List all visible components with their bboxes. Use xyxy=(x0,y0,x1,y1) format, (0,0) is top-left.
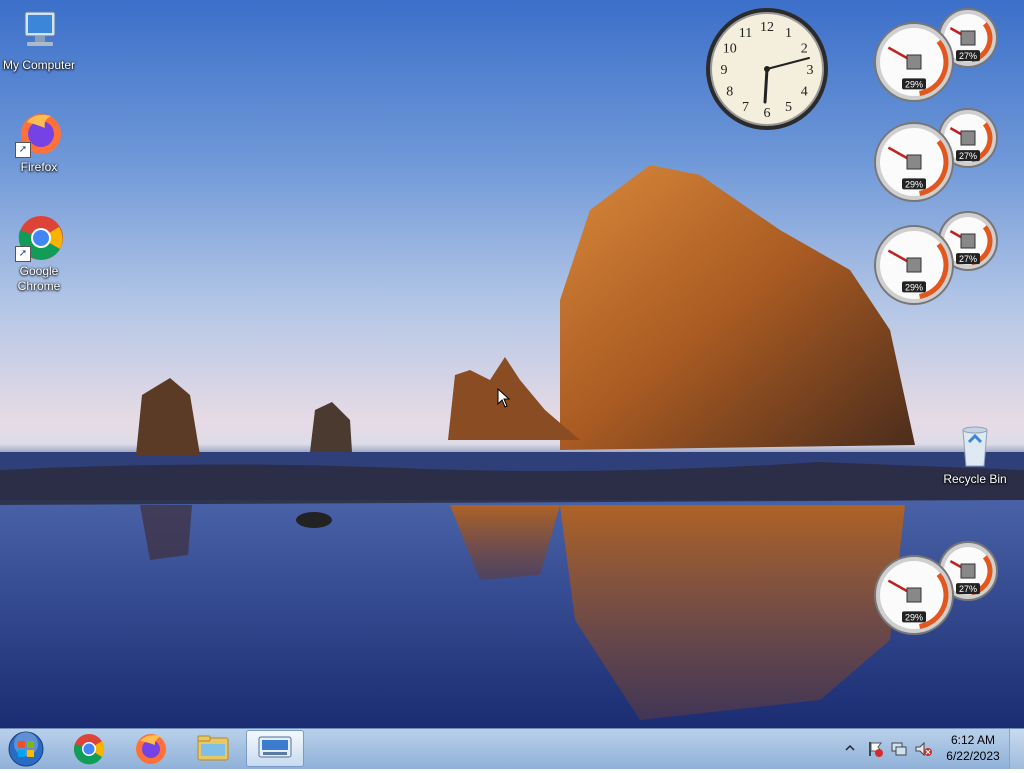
memory-meter-icon xyxy=(960,233,976,249)
firefox-icon xyxy=(136,734,166,764)
cpu-meter-percent: 29% xyxy=(905,79,923,89)
haystack-rock xyxy=(560,165,915,450)
clock-numeral: 2 xyxy=(801,42,808,57)
clock-time: 6:12 AM xyxy=(950,733,996,747)
volume-muted-icon[interactable] xyxy=(914,741,932,757)
desktop-icon-label: Firefox xyxy=(20,160,58,174)
chrome-icon xyxy=(74,734,105,765)
cpu-meter-gadget[interactable]: 27% 29% xyxy=(872,211,1000,307)
meter-dials: 27% 29% xyxy=(874,211,998,305)
clock-numeral: 6 xyxy=(764,106,771,121)
memory-meter-icon xyxy=(960,563,976,579)
hour-hand xyxy=(763,67,769,104)
clock-numeral: 4 xyxy=(801,85,808,100)
desktop-icon-label: Recycle Bin xyxy=(943,472,1007,486)
clock-numeral: 8 xyxy=(726,85,733,100)
folder-icon xyxy=(197,735,229,761)
cpu-meter-gadget[interactable]: 27% 29% xyxy=(872,541,1000,637)
taskbar-clock[interactable]: 6:12 AM 6/22/2023 xyxy=(936,732,1010,764)
memory-meter-percent: 27% xyxy=(959,151,977,161)
mouse-cursor-icon xyxy=(497,388,511,408)
windows-orb-icon xyxy=(8,731,44,767)
keyboard-icon xyxy=(258,736,292,758)
clock-numeral: 1 xyxy=(785,26,792,41)
meter-dials: 27% 29% xyxy=(874,108,998,202)
shortcut-arrow-icon: ➚ xyxy=(15,142,31,158)
start-button[interactable] xyxy=(4,730,48,768)
desktop: My Computer ➚ Firefox ➚ Google Chrome Re… xyxy=(0,0,1024,728)
desktop-icon-label: Google Chrome xyxy=(17,264,61,293)
clock-date: 6/22/2023 xyxy=(946,749,1000,763)
shortcut-arrow-icon: ➚ xyxy=(15,246,31,262)
memory-meter-percent: 27% xyxy=(959,254,977,264)
cpu-meter-gadget[interactable]: 27% 29% xyxy=(872,8,1000,104)
cpu-meter-icon xyxy=(906,54,922,70)
memory-meter-icon xyxy=(960,30,976,46)
show-desktop-button[interactable] xyxy=(1009,729,1024,769)
cpu-meter-percent: 29% xyxy=(905,612,923,622)
taskbar: 6:12 AM 6/22/2023 xyxy=(0,728,1024,769)
recycle-bin-icon xyxy=(962,426,988,467)
recycle-bin-desktop-icon[interactable]: Recycle Bin xyxy=(936,422,1014,487)
memory-meter-icon xyxy=(960,130,976,146)
firefox-desktop-icon[interactable]: ➚ Firefox xyxy=(0,110,78,175)
taskbar-firefox-button[interactable] xyxy=(123,730,179,767)
taskbar-explorer-button[interactable] xyxy=(185,730,241,767)
computer-icon xyxy=(24,11,56,46)
clock-numeral: 12 xyxy=(760,20,774,35)
analog-clock-face: 12 12 3 45678 9 1011 xyxy=(706,8,828,130)
desktop-icon-label: My Computer xyxy=(2,58,76,72)
my-computer-desktop-icon[interactable]: My Computer xyxy=(0,8,78,73)
clock-numeral: 5 xyxy=(785,100,792,115)
cpu-meter-icon xyxy=(906,257,922,273)
clock-numeral: 3 xyxy=(807,63,814,78)
wallpaper xyxy=(0,165,1024,728)
clock-numeral: 9 xyxy=(721,63,728,78)
meter-dials: 27% 29% xyxy=(874,541,998,635)
taskbar-chrome-button[interactable] xyxy=(61,730,117,767)
beach-stone xyxy=(296,512,332,528)
clock-numeral: 7 xyxy=(742,100,749,115)
network-icon[interactable] xyxy=(890,741,908,757)
google-chrome-desktop-icon[interactable]: ➚ Google Chrome xyxy=(0,214,78,294)
clock-gadget[interactable]: 12 1 2 3 4 5 6 7 8 9 10 11 xyxy=(704,6,830,132)
memory-meter-percent: 27% xyxy=(959,584,977,594)
left-sea-stack xyxy=(136,378,200,455)
cpu-meter-percent: 29% xyxy=(905,179,923,189)
memory-meter-percent: 27% xyxy=(959,51,977,61)
taskbar-on-screen-keyboard-button[interactable] xyxy=(246,730,304,767)
small-sea-stack xyxy=(310,402,352,452)
meter-dials: 27% 29% xyxy=(874,8,998,102)
action-center-flag-icon[interactable] xyxy=(866,741,884,757)
cpu-meter-gadget[interactable]: 27% 29% xyxy=(872,108,1000,204)
show-hidden-icons-arrow-icon[interactable] xyxy=(845,743,855,753)
cpu-meter-icon xyxy=(906,154,922,170)
clock-numeral: 11 xyxy=(739,26,752,41)
clock-numeral: 10 xyxy=(723,42,737,57)
cpu-meter-icon xyxy=(906,587,922,603)
cpu-meter-percent: 29% xyxy=(905,282,923,292)
